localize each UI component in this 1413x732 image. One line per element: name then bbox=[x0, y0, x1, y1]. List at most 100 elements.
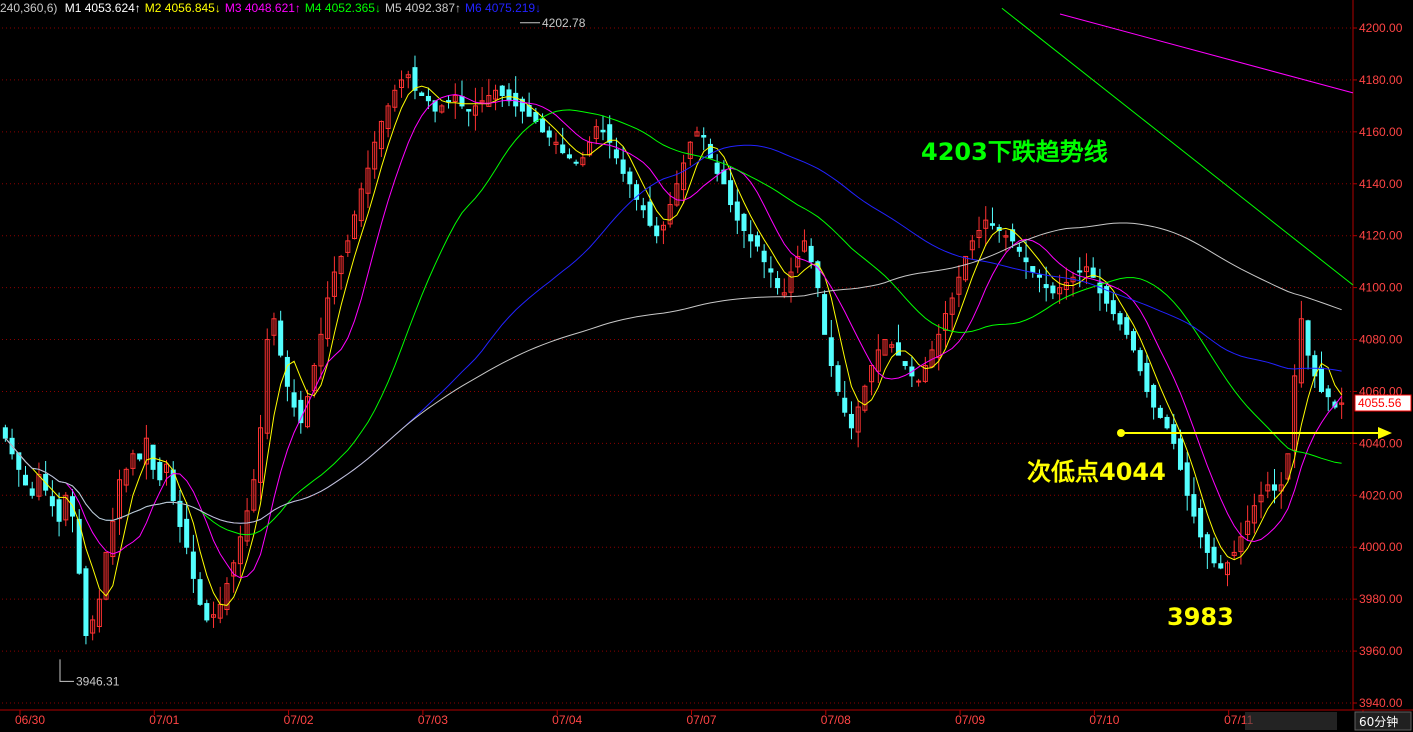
ma-params: 240,360,6) bbox=[0, 1, 58, 15]
candle-body bbox=[627, 171, 633, 185]
candle-body bbox=[466, 109, 472, 112]
y-tick-label: 4020.00 bbox=[1359, 488, 1403, 502]
candle-body bbox=[600, 129, 606, 133]
candle-body bbox=[1130, 331, 1136, 351]
y-tick-label: 4200.00 bbox=[1359, 21, 1403, 35]
candle-body bbox=[714, 162, 720, 174]
candle-body bbox=[1016, 246, 1022, 252]
candle-body bbox=[728, 180, 734, 206]
candle-body bbox=[560, 144, 566, 154]
candle-body bbox=[49, 496, 55, 507]
candle-body bbox=[137, 453, 143, 460]
candle-body bbox=[284, 356, 290, 387]
candle-body bbox=[1305, 320, 1311, 356]
candle-body bbox=[83, 568, 89, 636]
candle-body bbox=[425, 95, 431, 102]
candle-body bbox=[1177, 438, 1183, 470]
ma-line-m3 bbox=[5, 93, 1342, 579]
candle-body bbox=[446, 100, 452, 103]
ma-line-m2 bbox=[5, 85, 1343, 606]
candle-body bbox=[1164, 416, 1170, 429]
ma-item-m4: M4 4052.365↓ bbox=[304, 1, 381, 15]
last-price-label: 4055.56 bbox=[1358, 396, 1402, 410]
candle-body bbox=[895, 342, 901, 356]
low-marker bbox=[59, 659, 74, 682]
candle-body bbox=[1124, 317, 1130, 335]
x-tick-label: 07/09 bbox=[955, 713, 985, 727]
ma-item-m2: M2 4056.845↓ bbox=[144, 1, 221, 15]
candle-body bbox=[721, 169, 727, 185]
candle-body bbox=[808, 245, 814, 263]
candle-body bbox=[1325, 388, 1331, 398]
x-axis-current-highlight bbox=[1245, 712, 1337, 730]
candle-body bbox=[157, 462, 163, 481]
candle-body bbox=[22, 474, 29, 486]
x-tick-label: 07/04 bbox=[552, 713, 582, 727]
candle-body bbox=[734, 201, 740, 221]
candle-body bbox=[1184, 462, 1190, 496]
ma-item-m1: M1 4053.624↑ bbox=[64, 1, 141, 15]
candle-body bbox=[842, 397, 848, 413]
high-label: 4202.78 bbox=[542, 16, 586, 30]
x-tick-label: 07/10 bbox=[1089, 713, 1119, 727]
candle-body bbox=[506, 89, 512, 102]
candle-body bbox=[1117, 313, 1123, 325]
ma-legend: 240,360,6) M1 4053.624↑ M2 4056.845↓ M3 40… bbox=[0, 0, 549, 16]
candle-body bbox=[775, 278, 781, 289]
ma-item-m3: M3 4048.621↑ bbox=[224, 1, 301, 15]
x-tick-label: 07/01 bbox=[149, 713, 179, 727]
candle-body bbox=[412, 67, 418, 91]
ma-item-m5: M5 4092.387↑ bbox=[384, 1, 462, 15]
candle-body bbox=[761, 250, 767, 263]
ma-item-m6: M6 4075.219↓ bbox=[465, 1, 542, 15]
candle-body bbox=[197, 579, 203, 605]
candle-body bbox=[1043, 284, 1049, 289]
candle-body bbox=[540, 118, 546, 133]
candle-body bbox=[748, 234, 754, 242]
upper-trendline bbox=[1059, 13, 1354, 94]
candle-body bbox=[1110, 300, 1116, 315]
candle-body bbox=[184, 518, 190, 548]
y-tick-label: 4040.00 bbox=[1359, 436, 1403, 450]
candle-body bbox=[1198, 507, 1204, 538]
low-label: 3946.31 bbox=[76, 674, 120, 688]
candle-body bbox=[1218, 563, 1224, 569]
candle-body bbox=[989, 223, 995, 226]
candle-body bbox=[1204, 534, 1210, 553]
candle-body bbox=[1271, 484, 1278, 491]
candle-body bbox=[1191, 494, 1197, 517]
candle-body bbox=[1137, 350, 1143, 372]
candle-body bbox=[1036, 274, 1042, 278]
candle-body bbox=[902, 361, 908, 366]
y-tick-label: 4100.00 bbox=[1359, 281, 1403, 295]
candle-body bbox=[1077, 270, 1083, 273]
trendline-label: 4203下跌趋势线 bbox=[921, 138, 1108, 166]
candle-body bbox=[56, 499, 62, 522]
candle-body bbox=[613, 149, 619, 159]
candle-body bbox=[822, 294, 828, 335]
candle-body bbox=[2, 427, 8, 439]
candle-body bbox=[835, 365, 841, 392]
candle-body bbox=[1144, 362, 1150, 392]
candle-body bbox=[647, 201, 653, 226]
y-tick-label: 3960.00 bbox=[1359, 644, 1403, 658]
candle-body bbox=[607, 124, 613, 143]
x-tick-label: 07/07 bbox=[686, 713, 716, 727]
candle-body bbox=[573, 161, 579, 164]
x-tick-label: 06/30 bbox=[15, 713, 45, 727]
support-dot bbox=[1117, 429, 1125, 437]
candle-body bbox=[29, 488, 35, 496]
candle-body bbox=[177, 500, 183, 527]
candle-body bbox=[1171, 424, 1177, 444]
candle-body bbox=[848, 413, 854, 429]
y-tick-label: 4140.00 bbox=[1359, 177, 1403, 191]
x-tick-label: 07/08 bbox=[821, 713, 851, 727]
x-tick-label: 07/02 bbox=[284, 713, 314, 727]
candle-body bbox=[620, 159, 626, 174]
candle-body bbox=[768, 268, 774, 273]
y-tick-label: 4120.00 bbox=[1359, 229, 1403, 243]
candle-body bbox=[1050, 285, 1056, 294]
y-tick-label: 4080.00 bbox=[1359, 333, 1403, 347]
candle-body bbox=[916, 380, 922, 383]
y-tick-label: 4180.00 bbox=[1359, 73, 1403, 87]
